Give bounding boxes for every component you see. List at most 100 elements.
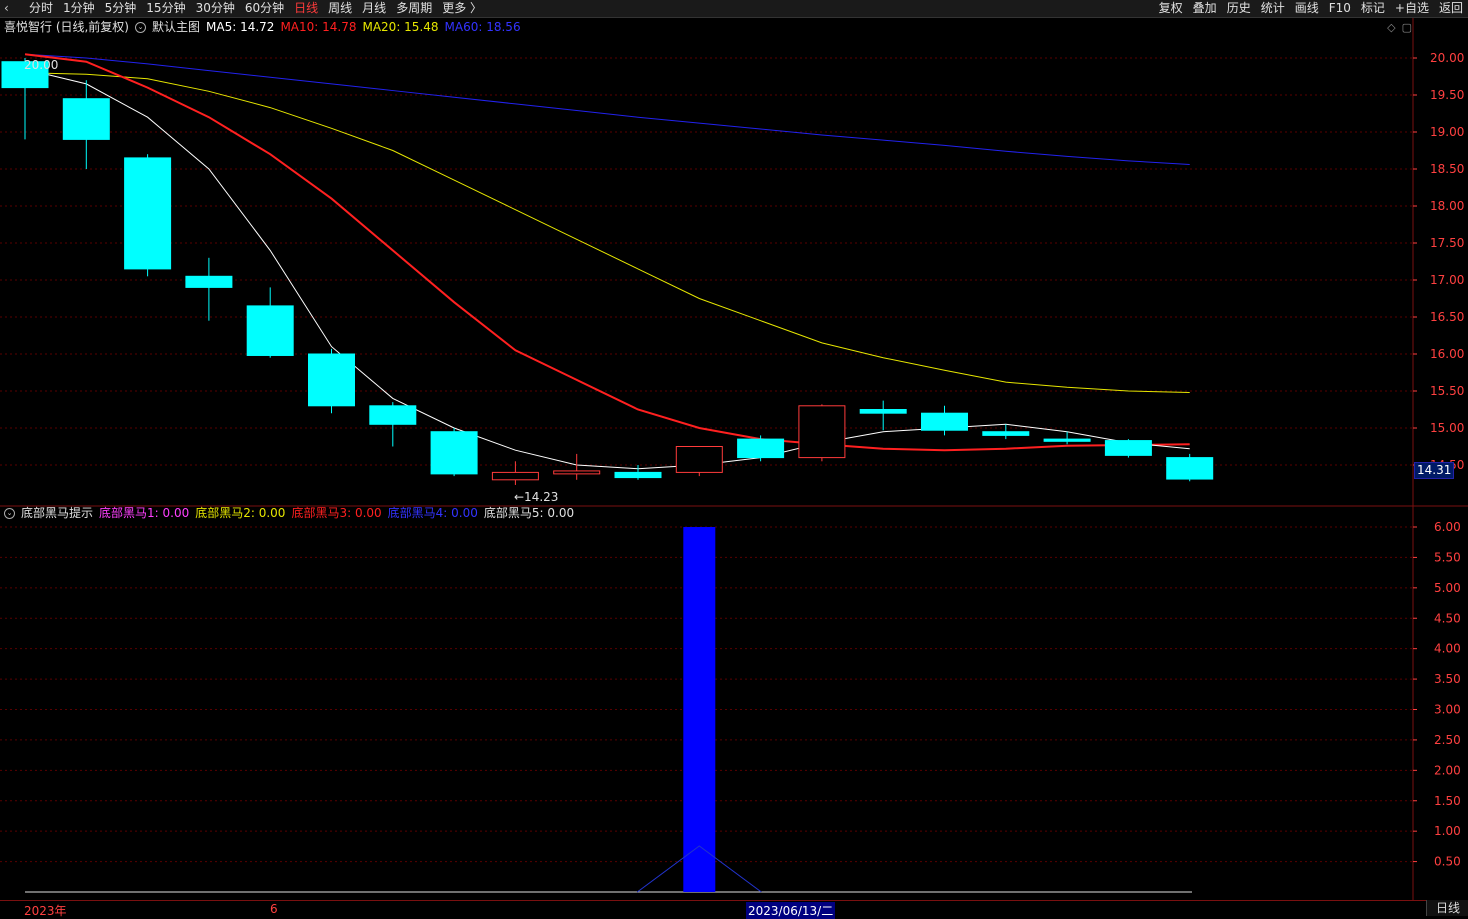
main-tick-label: 19.00 bbox=[1430, 125, 1464, 139]
main-tick-label: 18.50 bbox=[1430, 162, 1464, 176]
tool-4[interactable]: 画线 bbox=[1290, 0, 1324, 17]
dropdown-circle-icon[interactable]: ⌄ bbox=[135, 21, 146, 33]
last-price-tag: 14.31 bbox=[1414, 462, 1454, 479]
tool-3[interactable]: 统计 bbox=[1256, 0, 1290, 17]
tab-7[interactable]: 周线 bbox=[323, 0, 357, 17]
candle-down bbox=[1, 61, 49, 89]
main-tick-label: 15.50 bbox=[1430, 384, 1464, 398]
ma60-label: MA60: 18.56 bbox=[444, 20, 521, 34]
date-axis: 2023年 6 2023/06/13/二 bbox=[0, 900, 1468, 919]
main-tick-label: 17.00 bbox=[1430, 273, 1464, 287]
ma20-line bbox=[24, 72, 1190, 393]
tab-1[interactable]: 1分钟 bbox=[58, 0, 100, 17]
tab-8[interactable]: 月线 bbox=[357, 0, 391, 17]
main-tick-label: 15.00 bbox=[1430, 421, 1464, 435]
maximize-icon[interactable]: ▢ bbox=[1402, 21, 1412, 34]
tool-1[interactable]: 叠加 bbox=[1188, 0, 1222, 17]
sub-tick-label: 5.50 bbox=[1434, 550, 1461, 564]
period-tabs: 分时 1分钟 5分钟 15分钟 30分钟 60分钟 日线 周线 月线 多周期 更多 〉 bbox=[24, 0, 487, 17]
candle-down bbox=[614, 471, 662, 479]
tool-2[interactable]: 历史 bbox=[1222, 0, 1256, 17]
candle-down bbox=[185, 275, 233, 288]
diamond-icon[interactable]: ◇ bbox=[1387, 21, 1395, 34]
candle-down bbox=[124, 157, 172, 270]
tab-4[interactable]: 30分钟 bbox=[191, 0, 240, 17]
signal-bar bbox=[683, 527, 716, 892]
candle-down bbox=[62, 98, 110, 140]
sub-tick-label: 3.00 bbox=[1434, 703, 1461, 717]
tab-9[interactable]: 多周期 bbox=[391, 0, 437, 17]
period-label[interactable]: 日线 bbox=[1426, 900, 1468, 916]
dropdown-circle-icon[interactable]: ⌄ bbox=[4, 507, 15, 519]
candle-down bbox=[246, 305, 294, 356]
main-tick-label: 19.50 bbox=[1430, 88, 1464, 102]
candle-down bbox=[737, 438, 785, 459]
candle-down bbox=[1104, 440, 1152, 456]
candle-down bbox=[1166, 457, 1214, 480]
sub-tick-label: 4.00 bbox=[1434, 642, 1461, 656]
sub-chart-legend: ⌄ 底部黑马提示 底部黑马1: 0.00 底部黑马2: 0.00 底部黑马3: … bbox=[0, 504, 580, 522]
main-chart-legend: 喜悦智行 (日线,前复权) ⌄ 默认主图 MA5: 14.72 MA10: 14… bbox=[0, 18, 527, 36]
series1-label: 底部黑马1: 0.00 bbox=[99, 506, 190, 520]
cursor-date: 2023/06/13/二 bbox=[746, 902, 836, 919]
candle-down bbox=[430, 431, 478, 475]
candle-up bbox=[798, 405, 846, 459]
series2-label: 底部黑马2: 0.00 bbox=[195, 506, 286, 520]
sub-tick-label: 0.50 bbox=[1434, 855, 1461, 869]
ma10-label: MA10: 14.78 bbox=[280, 20, 357, 34]
tab-3[interactable]: 15分钟 bbox=[141, 0, 190, 17]
high-annotation: 20.00 bbox=[24, 58, 58, 72]
back-arrow-icon[interactable]: ‹ bbox=[4, 1, 9, 15]
panel-controls: ◇ ▢ bbox=[1387, 21, 1412, 34]
sub-tick-label: 1.00 bbox=[1434, 824, 1461, 838]
candle-down bbox=[369, 405, 417, 425]
ma60-line bbox=[24, 53, 1190, 166]
candle-down bbox=[308, 353, 355, 407]
tool-0[interactable]: 复权 bbox=[1154, 0, 1188, 17]
candle-down bbox=[921, 412, 968, 431]
signal-triangle bbox=[637, 845, 762, 893]
ma20-label: MA20: 15.48 bbox=[362, 20, 439, 34]
candle-up bbox=[553, 470, 601, 475]
main-tick-label: 20.00 bbox=[1430, 51, 1464, 65]
candle-up bbox=[675, 446, 723, 473]
ma5-line bbox=[24, 68, 1190, 470]
candle-down bbox=[1043, 438, 1091, 442]
sub-tick-label: 3.50 bbox=[1434, 672, 1461, 686]
low-annotation: ←14.23 bbox=[514, 490, 558, 504]
main-tick-label: 16.00 bbox=[1430, 347, 1464, 361]
tab-2[interactable]: 5分钟 bbox=[100, 0, 142, 17]
period-toolbar: ‹ 分时 1分钟 5分钟 15分钟 30分钟 60分钟 日线 周线 月线 多周期 更多 〉 复权 叠加… bbox=[0, 0, 1468, 18]
main-tick-label: 17.50 bbox=[1430, 236, 1464, 250]
candle-up bbox=[491, 471, 539, 481]
sub-tick-label: 4.50 bbox=[1434, 611, 1461, 625]
series3-label: 底部黑马3: 0.00 bbox=[291, 506, 382, 520]
stock-name: 喜悦智行 (日线,前复权) bbox=[4, 20, 129, 34]
template-name[interactable]: 默认主图 bbox=[152, 18, 200, 36]
tool-7[interactable]: +自选 bbox=[1390, 0, 1434, 17]
sub-tick-label: 1.50 bbox=[1434, 794, 1461, 808]
candle-down bbox=[982, 431, 1030, 436]
sub-tick-label: 2.50 bbox=[1434, 733, 1461, 747]
tab-0[interactable]: 分时 bbox=[24, 0, 58, 17]
sub-tick-label: 2.00 bbox=[1434, 763, 1461, 777]
ma10-line bbox=[24, 53, 1190, 452]
date-month: 6 bbox=[270, 902, 278, 916]
chart-tools: 复权 叠加 历史 统计 画线 F10 标记 +自选 返回 bbox=[1154, 0, 1468, 17]
sub-tick-label: 5.00 bbox=[1434, 581, 1461, 595]
tool-8[interactable]: 返回 bbox=[1434, 0, 1468, 17]
tab-10[interactable]: 更多 〉 bbox=[437, 0, 487, 17]
date-year: 2023年 bbox=[24, 904, 67, 918]
series5-label: 底部黑马5: 0.00 bbox=[483, 506, 575, 520]
tool-6[interactable]: 标记 bbox=[1356, 0, 1390, 17]
main-tick-label: 16.50 bbox=[1430, 310, 1464, 324]
main-tick-label: 18.00 bbox=[1430, 199, 1464, 213]
tool-5[interactable]: F10 bbox=[1324, 0, 1356, 17]
sub-tick-label: 6.00 bbox=[1434, 520, 1461, 534]
tab-6[interactable]: 日线 bbox=[289, 0, 323, 17]
candle-down bbox=[859, 409, 907, 414]
indicator-name[interactable]: 底部黑马提示 bbox=[21, 504, 93, 522]
series4-label: 底部黑马4: 0.00 bbox=[387, 506, 478, 520]
ma5-label: MA5: 14.72 bbox=[206, 20, 275, 34]
tab-5[interactable]: 60分钟 bbox=[240, 0, 289, 17]
